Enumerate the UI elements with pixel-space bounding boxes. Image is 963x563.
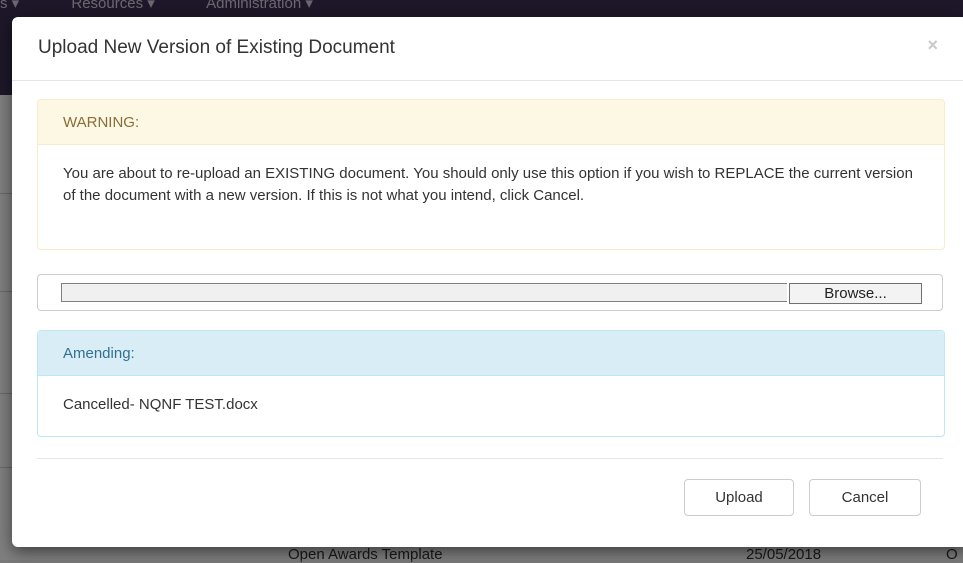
amending-panel: Amending: Cancelled- NQNF TEST.docx [37, 330, 945, 437]
upload-dialog: Upload New Version of Existing Document … [12, 17, 963, 547]
upload-button[interactable]: Upload [684, 479, 794, 516]
amending-filename: Cancelled- NQNF TEST.docx [63, 396, 258, 413]
warning-message: You are about to re-upload an EXISTING d… [63, 165, 913, 204]
file-path-input[interactable] [61, 283, 787, 302]
dialog-header: Upload New Version of Existing Document … [12, 17, 963, 81]
warning-heading: WARNING: [38, 100, 944, 145]
dialog-title: Upload New Version of Existing Document [38, 37, 395, 58]
close-icon[interactable]: × [927, 35, 938, 56]
footer-divider [37, 458, 943, 459]
cancel-button[interactable]: Cancel [809, 479, 921, 516]
browse-button[interactable]: Browse... [789, 283, 922, 304]
file-upload-field: Browse... [37, 274, 943, 311]
amending-heading: Amending: [38, 331, 944, 376]
warning-panel: WARNING: You are about to re-upload an E… [37, 99, 945, 250]
